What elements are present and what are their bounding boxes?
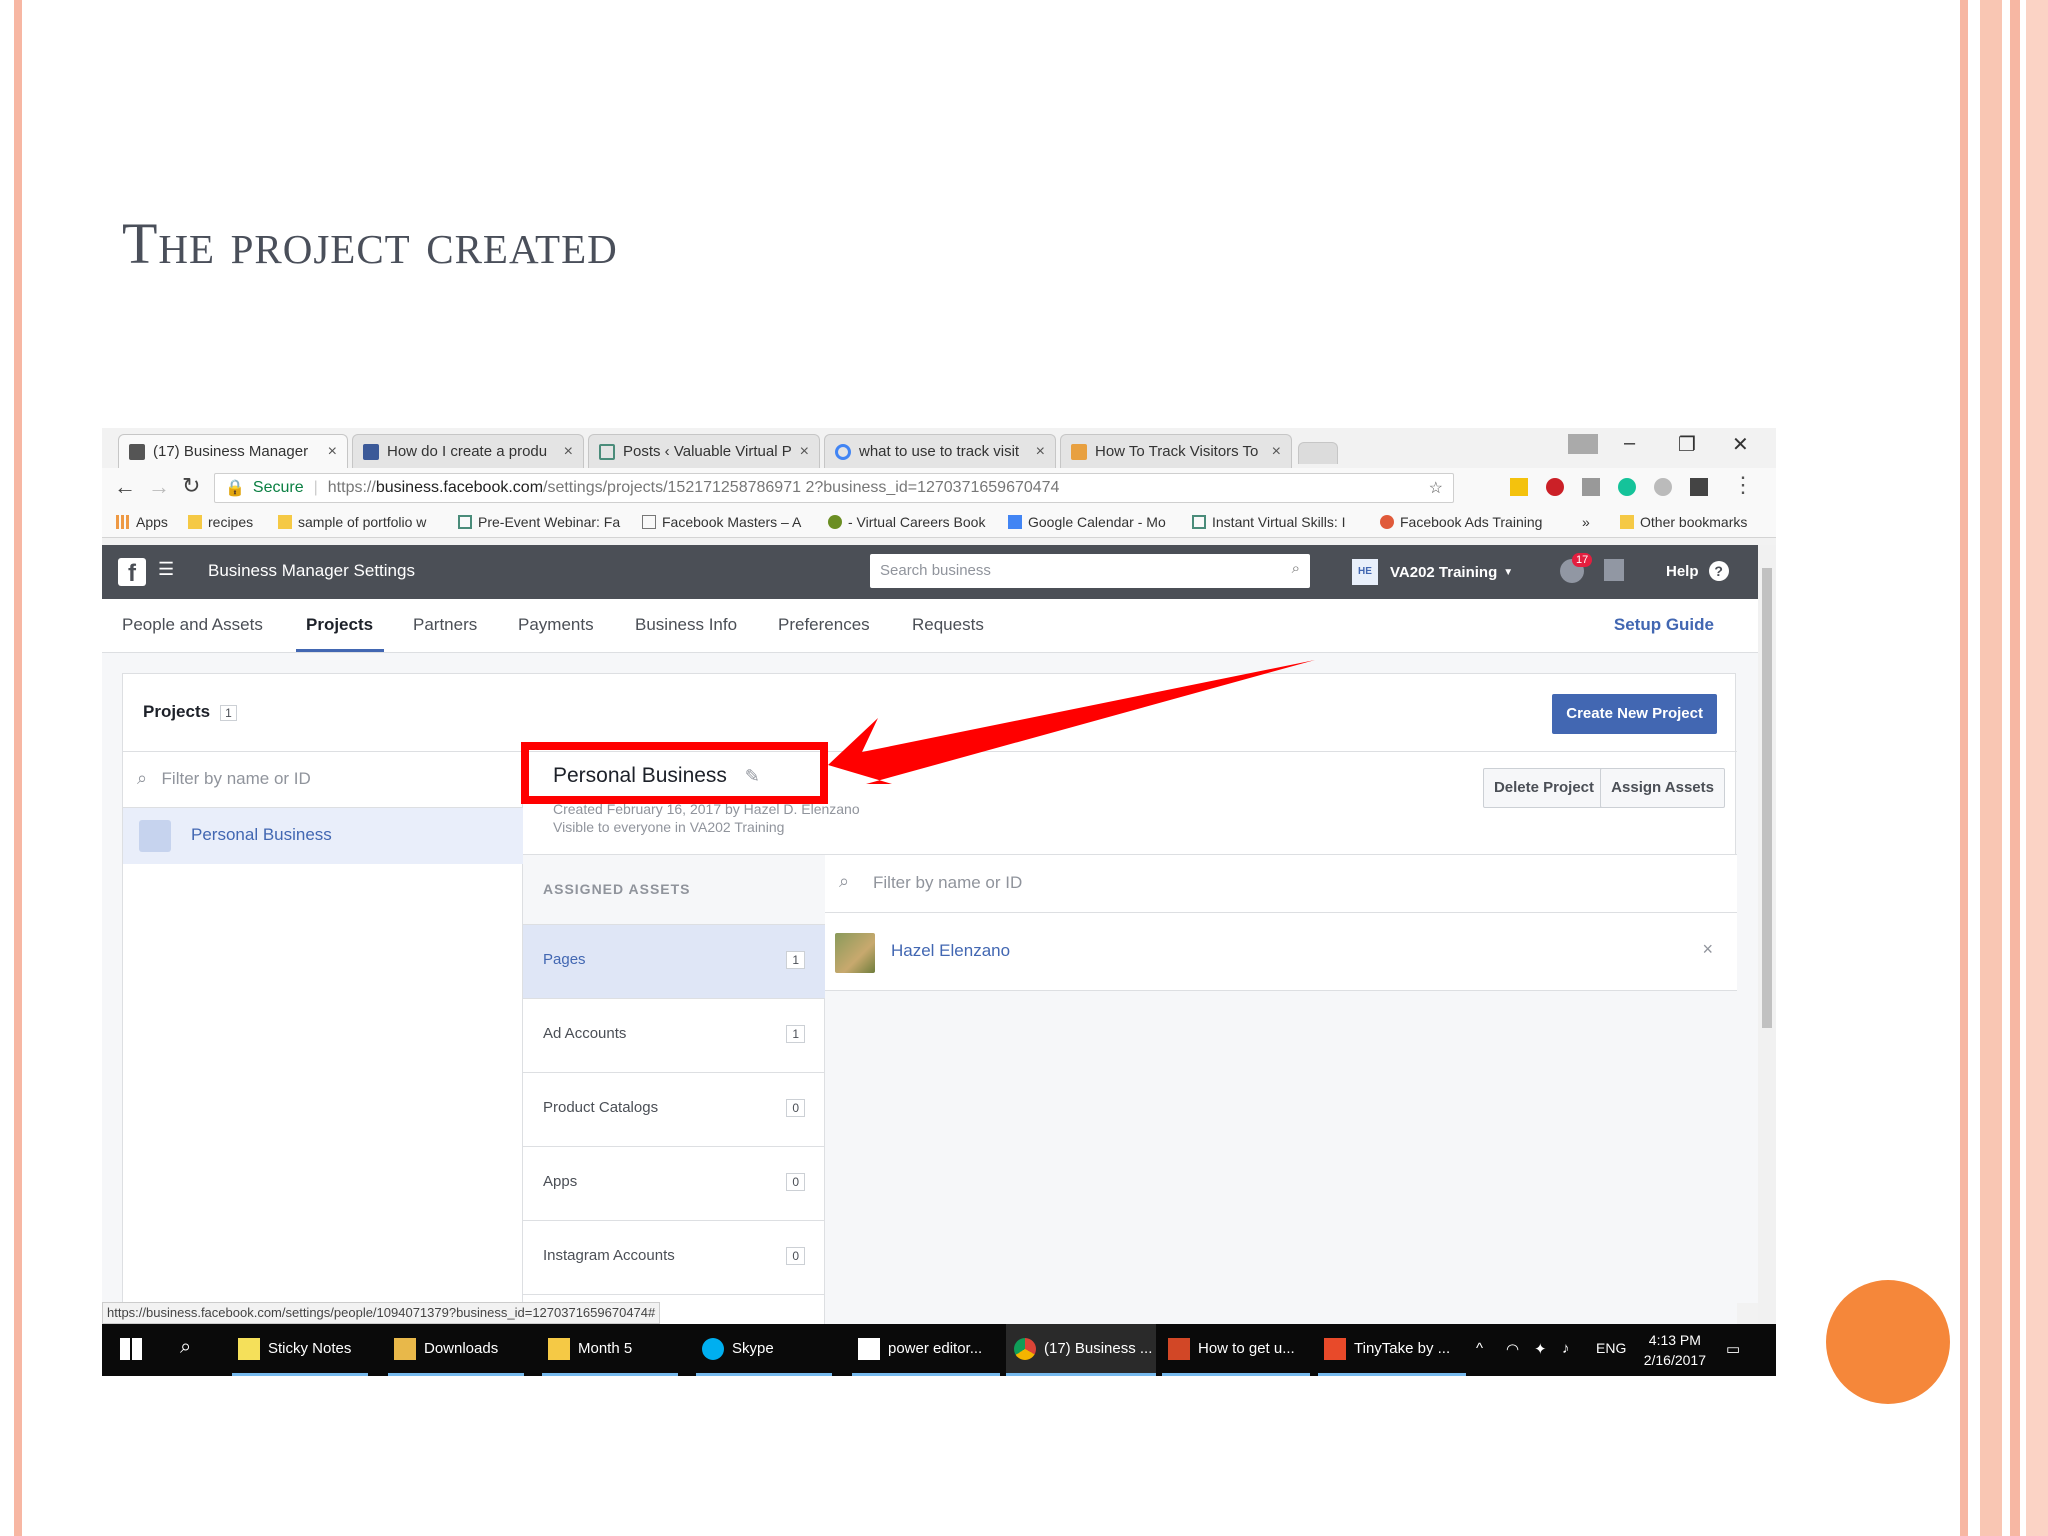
arrow-head	[828, 660, 1315, 784]
annotation-arrow	[828, 660, 1315, 784]
decorative-orange-dot	[1826, 1280, 1950, 1404]
